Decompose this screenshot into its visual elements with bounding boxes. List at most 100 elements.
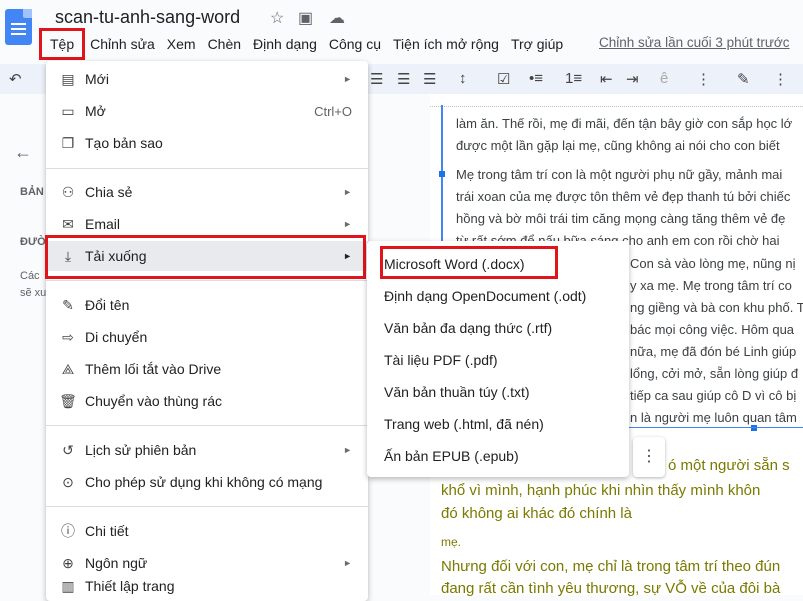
menu-bar: Tệp Chỉnh sửa Xem Chèn Định dạng Công cụ… (40, 33, 569, 55)
menu-item-offline[interactable]: ⊙ Cho phép sử dụng khi không có mạng (46, 467, 368, 497)
offline-icon: ⊙ (62, 473, 74, 490)
download-odt[interactable]: Định dạng OpenDocument (.odt) (384, 288, 586, 304)
star-icon[interactable]: ☆ (270, 8, 284, 28)
menu-divider (46, 425, 368, 426)
last-edit-link[interactable]: Chỉnh sửa lần cuối 3 phút trước (599, 35, 790, 50)
menu-divider (46, 168, 368, 169)
globe-icon: ⊕ (62, 554, 74, 571)
menu-insert[interactable]: Chèn (202, 36, 247, 52)
numbered-list-icon[interactable]: 1≡ (565, 70, 582, 87)
menu-help[interactable]: Trợ giúp (505, 36, 569, 52)
doc-olive-line: mẹ. (441, 535, 462, 549)
align-center-icon[interactable]: ☰ (370, 70, 383, 88)
menu-item-page-setup[interactable]: ▥ Thiết lập trang (46, 578, 368, 595)
doc-line: Mẹ trong tâm trí con là một người phụ nữ… (456, 167, 783, 182)
line-spacing-icon[interactable]: ↕ (459, 70, 467, 87)
menu-item-version-history[interactable]: ↺ Lịch sử phiên bản ► (46, 435, 368, 465)
trash-icon: 🗑 (59, 392, 77, 409)
file-menu: ▤ Mới ► ▭ Mở Ctrl+O ❐ Tạo bản sao ⚇ Chia… (46, 61, 368, 601)
doc-olive-line: đó không ai khác đó chính là (441, 505, 632, 522)
undo-icon[interactable]: ↶ (9, 70, 22, 88)
selection-handle[interactable] (439, 171, 445, 177)
app-header: scan-tu-anh-sang-word ☆ ▣ ☁ Tệp Chỉnh sử… (0, 0, 803, 62)
menu-item-language[interactable]: ⊕ Ngôn ngữ ► (46, 548, 368, 578)
docs-logo-icon[interactable] (5, 9, 32, 45)
align-right-icon[interactable]: ☰ (397, 70, 410, 88)
folder-icon: ▭ (61, 102, 75, 119)
doc-line: trái xoan của mẹ được tôn thêm vẻ đẹp th… (456, 189, 791, 204)
menu-item-open[interactable]: ▭ Mở Ctrl+O (46, 96, 368, 126)
menu-tools[interactable]: Công cụ (323, 36, 387, 52)
download-rtf[interactable]: Văn bản đa dạng thức (.rtf) (384, 320, 552, 336)
submenu-arrow-icon: ► (343, 187, 352, 197)
doc-olive-line: đang rất cần tình yêu thương, sự VỖ về c… (441, 580, 781, 597)
menu-item-make-copy[interactable]: ❐ Tạo bản sao (46, 128, 368, 158)
menu-item-rename[interactable]: ✎ Đổi tên (46, 290, 368, 320)
doc-line: làm ăn. Thế rồi, mẹ đi mãi, đến tận bây … (456, 116, 793, 131)
doc-line: Con sà vào lòng mẹ, nũng nị (630, 256, 796, 271)
download-item-highlight (45, 235, 366, 279)
doc-line: ng giềng và bà con khu phố. T (630, 300, 803, 315)
clear-format-icon[interactable]: ê (660, 70, 668, 87)
cloud-status-icon[interactable]: ☁ (329, 8, 345, 28)
menu-format[interactable]: Định dạng (247, 36, 323, 52)
submenu-arrow-icon: ► (343, 558, 352, 568)
drive-shortcut-icon: ⟁ (61, 360, 75, 377)
page-setup-icon: ▥ (61, 578, 75, 594)
doc-line: y xa mẹ. Mẹ trong tâm trí co (630, 278, 792, 293)
doc-line: hồng và bờ môi trái tim căng mọng càng t… (456, 211, 786, 226)
download-epub[interactable]: Ấn bản EPUB (.epub) (384, 448, 519, 464)
more-options-icon[interactable]: ⋮ (633, 437, 665, 477)
menu-view[interactable]: Xem (161, 36, 202, 52)
doc-olive-line: Nhưng đối với con, mẹ chỉ là trong tâm t… (441, 558, 781, 575)
bullet-list-icon[interactable]: •≡ (529, 70, 543, 87)
menu-edit[interactable]: Chỉnh sửa (84, 36, 161, 52)
menu-item-add-shortcut[interactable]: ⟁ Thêm lối tắt vào Drive (46, 354, 368, 384)
submenu-arrow-icon: ► (343, 445, 352, 455)
panel-text-1: Các (20, 270, 40, 282)
doc-line: bác mọi công việc. Hôm qua (630, 322, 795, 337)
download-html[interactable]: Trang web (.html, đã nén) (384, 416, 544, 432)
doc-line: nữa, mẹ đã đón bé Linh giúp (630, 344, 797, 359)
ruler[interactable] (430, 96, 803, 107)
doc-line: n là người mẹ luôn quan tâm (630, 410, 797, 425)
menu-item-details[interactable]: ⓘ Chi tiết (46, 516, 368, 546)
align-justify-icon[interactable]: ☰ (423, 70, 436, 88)
more-icon[interactable]: ⋮ (773, 70, 788, 88)
selection-handle[interactable] (751, 425, 757, 431)
menu-item-share[interactable]: ⚇ Chia sẻ ► (46, 177, 368, 207)
pen-icon[interactable]: ✎ (737, 70, 750, 88)
menu-extensions[interactable]: Tiện ích mở rộng (387, 36, 505, 52)
move-folder-icon: ⇨ (62, 328, 74, 345)
menu-item-new[interactable]: ▤ Mới ► (46, 64, 368, 94)
copy-icon: ❐ (61, 134, 75, 151)
panel-subheading: ĐƯỜ (20, 236, 47, 248)
back-arrow-icon[interactable]: ← (14, 142, 32, 163)
panel-text-2: sẽ xu (20, 287, 47, 299)
doc-title[interactable]: scan-tu-anh-sang-word (55, 7, 240, 28)
rename-icon: ✎ (62, 296, 74, 313)
history-icon: ↺ (62, 441, 74, 458)
increase-indent-icon[interactable]: ⇥ (626, 70, 639, 88)
menu-item-move[interactable]: ⇨ Di chuyển (46, 322, 368, 352)
decrease-indent-icon[interactable]: ⇤ (600, 70, 613, 88)
doc-line: được một lần gặp lại mẹ, cũng không ai n… (456, 138, 780, 153)
input-tools-icon[interactable]: ⋮ (696, 70, 711, 88)
shortcut-label: Ctrl+O (314, 103, 352, 119)
file-menu-highlight (39, 28, 85, 60)
download-pdf[interactable]: Tài liệu PDF (.pdf) (384, 352, 498, 368)
doc-line: tiếp ca sau giúp cô D vì cô bị (630, 388, 797, 403)
doc-olive-line: ó một người sẵn s (668, 457, 790, 474)
checklist-icon[interactable]: ☑ (497, 70, 510, 88)
new-doc-icon: ▤ (61, 70, 75, 87)
panel-heading: BẢN (20, 186, 44, 198)
move-icon[interactable]: ▣ (298, 8, 313, 28)
menu-item-trash[interactable]: 🗑 Chuyển vào thùng rác (46, 386, 368, 416)
doc-olive-line: khổ vì mình, hạnh phúc khi nhìn thấy mìn… (441, 482, 761, 499)
doc-line: lổng, cởi mở, sẵn lòng giúp đ (630, 366, 799, 381)
menu-divider (46, 280, 368, 281)
submenu-arrow-icon: ► (343, 74, 352, 84)
download-txt[interactable]: Văn bản thuần túy (.txt) (384, 384, 530, 400)
email-icon: ✉ (62, 215, 74, 232)
menu-divider (46, 506, 368, 507)
